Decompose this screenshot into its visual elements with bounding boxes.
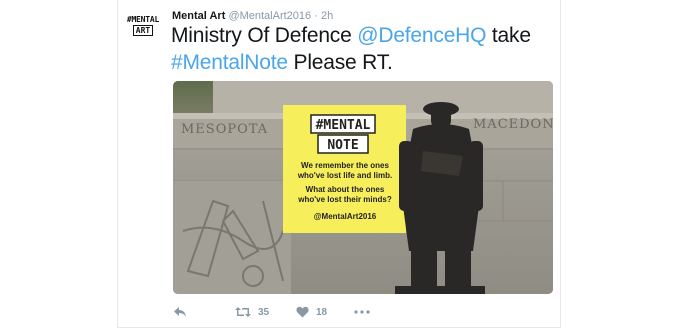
- more-dots-icon: [354, 310, 370, 314]
- timestamp[interactable]: 2h: [321, 10, 333, 22]
- tweet-card: #MENTAL ART Mental Art @MentalArt2016 · …: [117, 0, 561, 328]
- tweet-text-part: Please RT.: [287, 51, 393, 74]
- hashtag-link[interactable]: #MentalNote: [171, 51, 288, 74]
- retweet-count: 35: [258, 306, 270, 318]
- poster-handle: @MentalArt2016: [314, 212, 377, 221]
- tweet-header: Mental Art @MentalArt2016 · 2h: [172, 9, 333, 23]
- poster-title-line1: #MENTAL: [316, 118, 371, 133]
- tweet-text: Ministry Of Defence @DefenceHQ take #Ment…: [171, 22, 556, 76]
- inscription-right: MACEDONI: [473, 117, 553, 132]
- heart-icon: [296, 306, 309, 318]
- tweet-photo[interactable]: MESOPOTA MACEDONI #MENTAL NOTE We rememb…: [173, 81, 553, 294]
- reply-icon: [174, 307, 186, 317]
- photo-scene: MESOPOTA MACEDONI #MENTAL NOTE We rememb…: [173, 81, 553, 294]
- more-button[interactable]: [354, 309, 370, 315]
- avatar-text-line1: #MENTAL: [126, 15, 160, 24]
- author-handle[interactable]: @MentalArt2016: [228, 10, 311, 22]
- inscription-left: MESOPOTA: [181, 122, 268, 137]
- header-separator: ·: [314, 10, 318, 22]
- avatar-text-line2: ART: [132, 25, 154, 36]
- tweet-text-part: Ministry Of Defence: [171, 24, 358, 47]
- author-name[interactable]: Mental Art: [172, 10, 225, 22]
- poster-body-line1: We remember the ones: [301, 161, 389, 170]
- poster-body-line2: who've lost life and limb.: [297, 171, 392, 180]
- like-button[interactable]: 18: [296, 306, 327, 318]
- like-count: 18: [316, 306, 328, 318]
- retweet-icon: [235, 307, 251, 317]
- mental-note-poster: #MENTAL NOTE We remember the ones who've…: [283, 105, 406, 233]
- avatar[interactable]: #MENTAL ART: [124, 15, 162, 38]
- retweet-button[interactable]: 35: [235, 306, 269, 318]
- poster-body-line4: who've lost their minds?: [297, 195, 392, 204]
- mention-link[interactable]: @DefenceHQ: [357, 24, 486, 47]
- reply-button[interactable]: [173, 306, 187, 318]
- poster-body-line3: What about the ones: [306, 185, 385, 194]
- poster-title-line2: NOTE: [327, 138, 358, 153]
- tweet-text-part: take: [486, 24, 531, 47]
